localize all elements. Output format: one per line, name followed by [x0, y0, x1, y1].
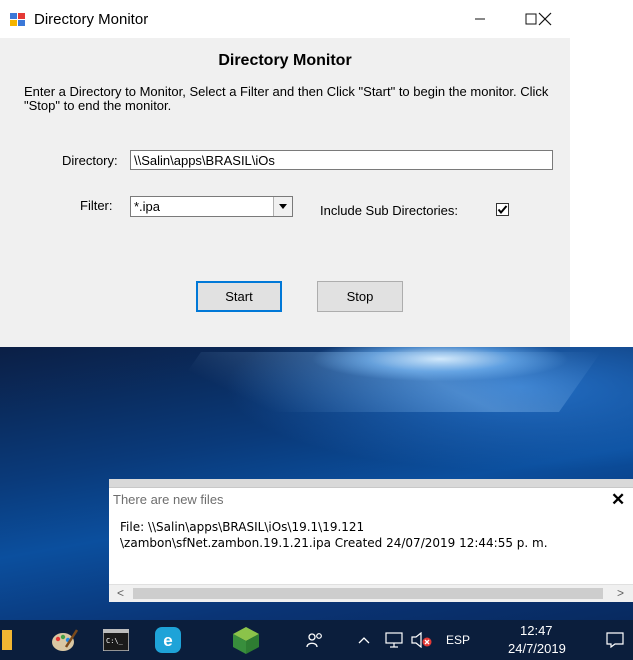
wallpaper-light-beam	[158, 352, 602, 412]
filter-selected-value: *.ipa	[134, 199, 161, 214]
directory-monitor-window: Directory Monitor Directory Monitor Ente…	[0, 0, 570, 347]
scroll-right-icon[interactable]: >	[617, 586, 624, 600]
clock-time[interactable]: 12:47	[520, 623, 553, 638]
chevron-up-icon[interactable]	[355, 620, 373, 660]
svg-text:e: e	[163, 631, 172, 650]
window-title: Directory Monitor	[34, 11, 149, 28]
directory-label: Directory:	[62, 153, 118, 168]
dropdown-arrow-icon[interactable]	[273, 197, 292, 216]
action-center-icon[interactable]	[600, 620, 630, 660]
instructions-text: Enter a Directory to Monitor, Select a F…	[24, 84, 549, 113]
folder-icon[interactable]	[0, 620, 14, 660]
volume-muted-icon[interactable]	[409, 620, 435, 660]
dialog-body: Directory Monitor Enter a Directory to M…	[0, 38, 570, 347]
browser-e-icon[interactable]: e	[148, 620, 188, 660]
start-button[interactable]: Start	[196, 281, 282, 312]
filter-label: Filter:	[80, 198, 113, 213]
directory-input[interactable]	[130, 150, 553, 170]
checkmark-icon	[497, 205, 508, 215]
scroll-left-icon[interactable]: <	[117, 586, 124, 600]
minimize-button[interactable]	[457, 0, 503, 38]
notification-file-line-2: \zambon\sfNet.zambon.19.1.21.ipa Created…	[120, 536, 548, 550]
clock-date[interactable]: 24/7/2019	[508, 641, 566, 656]
close-button[interactable]	[520, 0, 570, 38]
taskbar: C:\_ e ESP 12:47 24/7/2019	[0, 620, 633, 660]
include-subdirectories-checkbox[interactable]	[496, 203, 509, 216]
notification-title: There are new files	[113, 492, 224, 507]
cube-icon[interactable]	[226, 620, 266, 660]
notification-top-border	[109, 479, 633, 488]
include-subdirectories-label: Include Sub Directories:	[320, 203, 459, 218]
network-icon[interactable]	[382, 620, 406, 660]
stop-button[interactable]: Stop	[317, 281, 403, 312]
filter-dropdown[interactable]: *.ipa	[130, 196, 293, 217]
paint-icon[interactable]	[44, 620, 84, 660]
app-icon	[10, 13, 25, 26]
notification-close-icon[interactable]: ✕	[611, 490, 625, 510]
svg-text:C:\_: C:\_	[106, 637, 124, 645]
minimize-icon	[475, 18, 485, 20]
dialog-heading: Directory Monitor	[218, 52, 352, 69]
title-bar[interactable]: Directory Monitor	[0, 0, 570, 38]
new-files-notification: There are new files ✕ File: \\Salin\apps…	[109, 479, 633, 602]
close-icon	[538, 12, 552, 26]
terminal-icon[interactable]: C:\_	[96, 620, 136, 660]
notification-file-line-1: File: \\Salin\apps\BRASIL\iOs\19.1\19.12…	[120, 520, 365, 534]
language-indicator[interactable]: ESP	[446, 633, 470, 647]
scrollbar-thumb[interactable]	[133, 588, 603, 599]
horizontal-scrollbar[interactable]: < >	[109, 584, 633, 602]
people-icon[interactable]	[304, 620, 326, 660]
